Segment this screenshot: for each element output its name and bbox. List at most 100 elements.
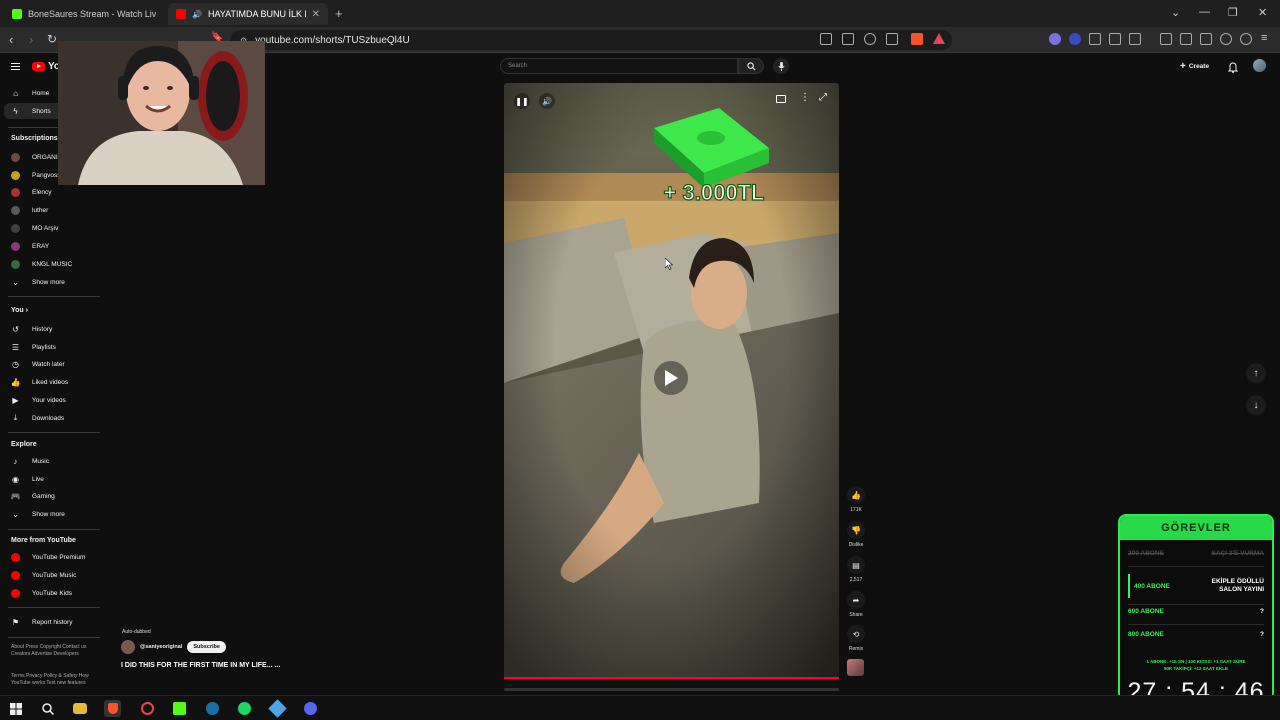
video-progress-bar[interactable] [504,677,839,679]
tab-bonesaures-stream[interactable]: BoneSaures Stream - Watch Live on K [4,3,164,25]
search-icon[interactable] [39,700,56,717]
file-explorer-icon[interactable] [73,703,87,714]
subscribe-button[interactable]: Subscribe [187,641,226,653]
sidebar-toggle-icon[interactable] [1180,33,1192,45]
sidebar-item-youtube-music[interactable]: YouTube Music [0,567,100,583]
youtube-play-icon [32,62,45,71]
search-icon [746,61,755,70]
sidebar-item-subscription[interactable]: ERAY [0,238,100,254]
extension-icon[interactable] [1069,33,1081,45]
fullscreen-icon[interactable]: ⤢ [819,92,827,103]
back-button[interactable]: ‹ [9,32,13,47]
sidebar-item-live[interactable]: ◉ Live [0,471,100,487]
wallet-icon[interactable] [1200,33,1212,45]
share-button[interactable]: ➦ Share [846,591,866,618]
pause-button[interactable]: ❚❚ [514,93,530,109]
sidebar-item-youtube-premium[interactable]: YouTube Premium [0,549,100,565]
sidebar-item-subscription[interactable]: MO Arşiv [0,220,100,236]
brave-shields-icon[interactable] [911,33,923,45]
steam-icon[interactable] [204,700,221,717]
video-scrub-track[interactable] [504,688,839,691]
you-heading[interactable]: You › [11,307,28,314]
goal-row-current: 400 ABONE EKİPLE ÖDÜLLÜ SALON YAYINI [1128,574,1264,598]
restore-button[interactable]: ❐ [1228,6,1238,19]
channel-avatar[interactable] [121,640,135,654]
windows-start-icon[interactable] [7,700,24,717]
notifications-bell-icon[interactable] [1227,60,1239,78]
search-button[interactable] [738,58,764,74]
share-page-icon[interactable] [886,33,898,45]
next-short-button[interactable]: ↓ [1246,395,1266,415]
sidebar-item-subscription[interactable]: luther [0,202,100,218]
short-title[interactable]: I DID THIS FOR THE FIRST TIME IN MY LIFE… [121,662,280,669]
spotify-icon[interactable] [236,700,253,717]
brave-browser-icon[interactable] [104,700,121,717]
captions-icon[interactable] [776,95,786,103]
reload-button[interactable]: ↻ [47,32,57,46]
sidebar-item-youtube-kids[interactable]: YouTube Kids [0,585,100,601]
divider [8,637,100,638]
sidebar-item-downloads[interactable]: ⤓ Downloads [0,410,100,426]
goal-reward: EKİPLE ÖDÜLLÜ SALON YAYINI [1211,578,1264,593]
leo-ai-icon[interactable] [1220,33,1232,45]
more-options-icon[interactable]: ⋮ [800,92,810,103]
brave-rewards-icon[interactable] [933,33,945,44]
previous-short-button[interactable]: ↑ [1246,363,1266,383]
menu-icon[interactable]: ≡ [1261,32,1267,44]
discord-icon[interactable] [302,700,319,717]
sidebar-item-playlists[interactable]: ☰ Playlists [0,339,100,355]
translate-icon[interactable] [820,33,832,45]
footer-links-primary[interactable]: About Press Copyright Contact us Creator… [11,644,101,658]
windows-taskbar [0,695,1280,720]
media-icon[interactable] [1160,33,1172,45]
volume-button[interactable]: 🔊 [539,93,555,109]
voice-search-button[interactable] [773,58,789,74]
remix-icon: ⟲ [852,629,860,639]
close-window-button[interactable]: ✕ [1258,6,1267,19]
app-icon[interactable] [139,700,156,717]
shorts-video-player[interactable]: + 3.000TL ❚❚ 🔊 ⋮ ⤢ [504,83,839,679]
app-icon[interactable] [171,700,188,717]
minimize-button[interactable]: — [1199,6,1210,18]
extension-icon[interactable] [1049,33,1061,45]
report-history-link[interactable]: ⚑ Report history [0,614,100,630]
sidebar-item-history[interactable]: ↺ History [0,321,100,337]
sidebar-item-music[interactable]: ♪ Music [0,453,100,469]
cast-icon[interactable] [842,33,854,45]
tab-search-icon[interactable]: ⌄ [1171,6,1180,19]
sidebar-item-subscription[interactable]: KNGL MUSIC [0,256,100,272]
pause-icon: ❚❚ [515,96,529,106]
app-icon[interactable] [268,699,287,718]
new-tab-button[interactable]: + [335,6,343,21]
extension-icon[interactable] [1089,33,1101,45]
channel-row: @saniyeoriginal Subscribe [121,640,226,654]
remix-button[interactable]: ⟲ Remix [846,625,866,652]
sidebar-item-subscription[interactable]: Elency [0,184,100,200]
divider [8,432,100,433]
channel-name[interactable]: @saniyeoriginal [140,644,182,650]
zoom-icon[interactable] [864,33,876,45]
user-avatar[interactable] [1253,59,1266,72]
screenshot-icon[interactable] [1129,33,1141,45]
close-tab-icon[interactable]: ✕ [312,9,320,20]
sidebar-item-watch-later[interactable]: ◷ Watch later [0,356,100,372]
explore-show-more[interactable]: ⌄ Show more [0,506,100,522]
like-button[interactable]: 👍 171K [846,486,866,513]
audio-thumbnail[interactable] [847,659,864,676]
footer-links-secondary[interactable]: Terms Privacy Policy & Safety How YouTub… [11,673,101,687]
play-button[interactable] [654,361,688,395]
sidebar-item-your-videos[interactable]: ▶ Your videos [0,392,100,408]
search-input[interactable]: Search [500,58,738,74]
sidebar-item-gaming[interactable]: 🎮 Gaming [0,488,100,504]
comments-button[interactable]: ▤ 2,517 [846,556,866,583]
subscriptions-heading[interactable]: Subscriptions › [11,135,62,142]
hamburger-menu-icon[interactable] [11,63,20,70]
tab-youtube-short[interactable]: 🔊 HAYATIMDA BUNU İLK DEFA Y ✕ [168,3,328,25]
create-button[interactable]: + Create [1180,59,1209,73]
sidebar-item-liked-videos[interactable]: 👍 Liked videos [0,374,100,390]
subscriptions-show-more[interactable]: ⌄ Show more [0,274,100,290]
vpn-icon[interactable] [1240,33,1252,45]
dislike-button[interactable]: 👎 Dislike [846,521,866,548]
forward-button[interactable]: › [29,32,33,47]
extensions-puzzle-icon[interactable] [1109,33,1121,45]
